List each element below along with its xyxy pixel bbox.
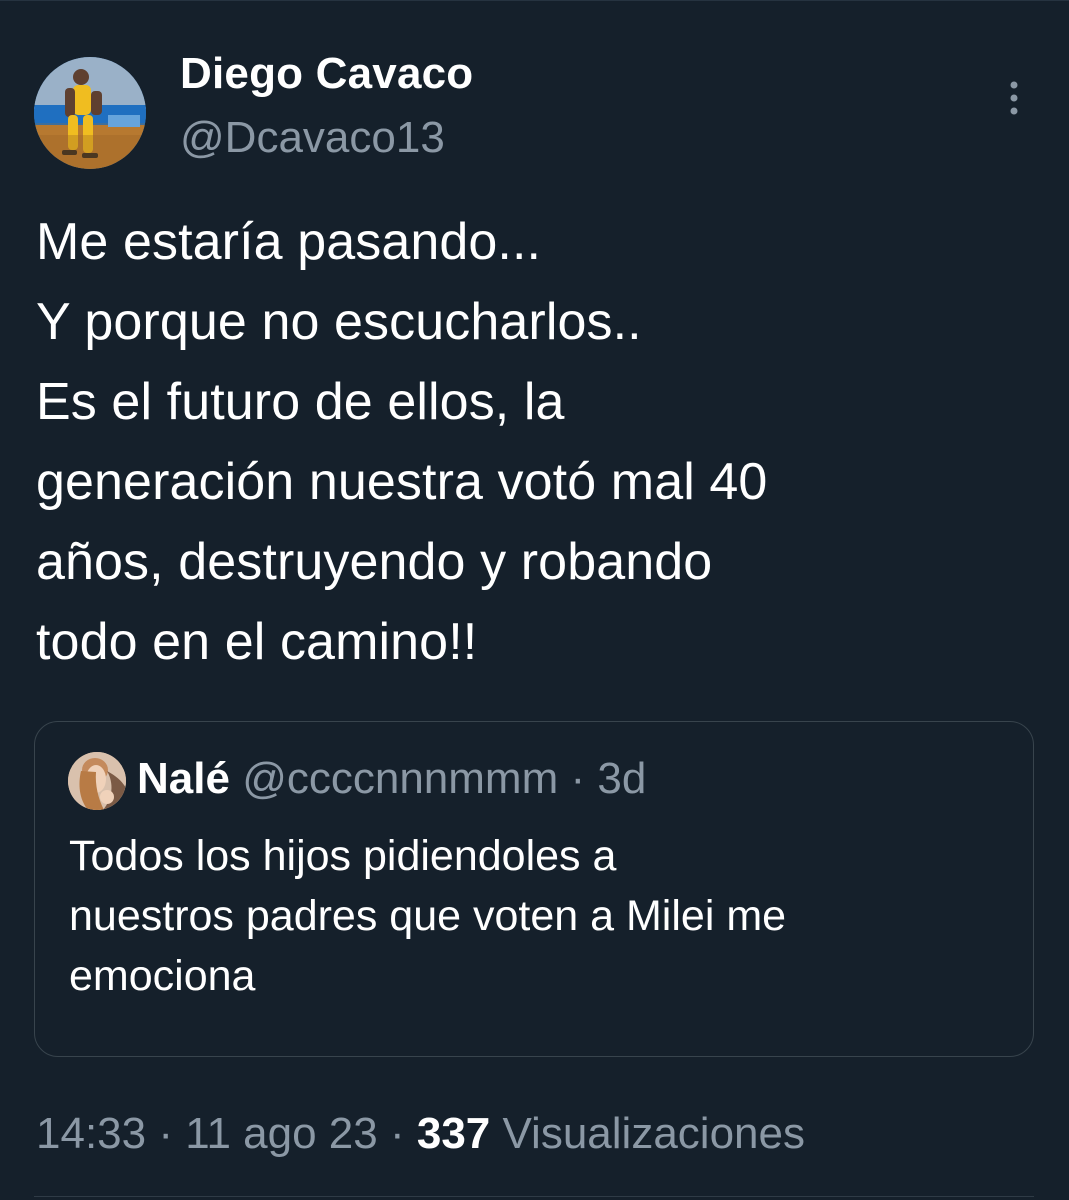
quoted-tweet-card[interactable]: Nalé @ccccnnnmmm · 3d Todos los hijos pi… <box>34 721 1034 1057</box>
quoted-author-avatar[interactable] <box>68 752 126 810</box>
quoted-tweet-text: Todos los hijos pidiendoles a nuestros p… <box>69 826 1009 1006</box>
tweet-text-line: generación nuestra votó mal 40 <box>36 453 768 511</box>
metadata-separator: · <box>389 1109 405 1158</box>
quoted-tweet-text-line: nuestros padres que voten a Milei me <box>69 892 787 940</box>
author-handle[interactable]: @Dcavaco13 <box>180 112 445 164</box>
tweet-text-line: Me estaría pasando... <box>36 213 542 271</box>
quoted-tweet-text-line: emociona <box>69 952 256 1000</box>
tweet-text: Me estaría pasando... Y porque no escuch… <box>36 202 1026 682</box>
tweet-metadata: 14:33 · 11 ago 23 · 337 Visualizaciones <box>36 1102 805 1166</box>
more-options-icon <box>1010 81 1018 115</box>
quoted-tweet-separator: · <box>570 754 586 803</box>
quoted-author-display-name[interactable]: Nalé <box>137 754 230 803</box>
author-avatar[interactable] <box>34 57 146 169</box>
tweet-time[interactable]: 14:33 <box>36 1109 146 1158</box>
tweet-text-line: años, destruyendo y robando <box>36 533 713 591</box>
more-options-button[interactable] <box>992 74 1036 122</box>
author-display-name[interactable]: Diego Cavaco <box>180 48 473 100</box>
tweet-date[interactable]: 11 ago 23 <box>185 1109 377 1158</box>
quoted-author-handle[interactable]: @ccccnnnmmm <box>242 754 558 803</box>
metadata-separator: · <box>158 1109 173 1158</box>
quoted-tweet-time[interactable]: 3d <box>597 754 646 803</box>
tweet-text-line: todo en el camino!! <box>36 613 478 671</box>
views-label[interactable]: Visualizaciones <box>503 1109 805 1158</box>
tweet-card: Diego Cavaco @Dcavaco13 Me estaría pasan… <box>0 0 1069 1200</box>
tweet-text-line: Es el futuro de ellos, la <box>36 373 565 431</box>
avatar-photo-icon <box>34 57 146 169</box>
tweet-text-line: Y porque no escucharlos.. <box>36 293 642 351</box>
quoted-tweet-header: Nalé @ccccnnnmmm · 3d <box>137 750 646 808</box>
views-count[interactable]: 337 <box>417 1109 490 1158</box>
quoted-avatar-photo-icon <box>68 752 126 810</box>
bottom-divider <box>34 1196 1034 1197</box>
quoted-tweet-text-line: Todos los hijos pidiendoles a <box>69 832 617 880</box>
